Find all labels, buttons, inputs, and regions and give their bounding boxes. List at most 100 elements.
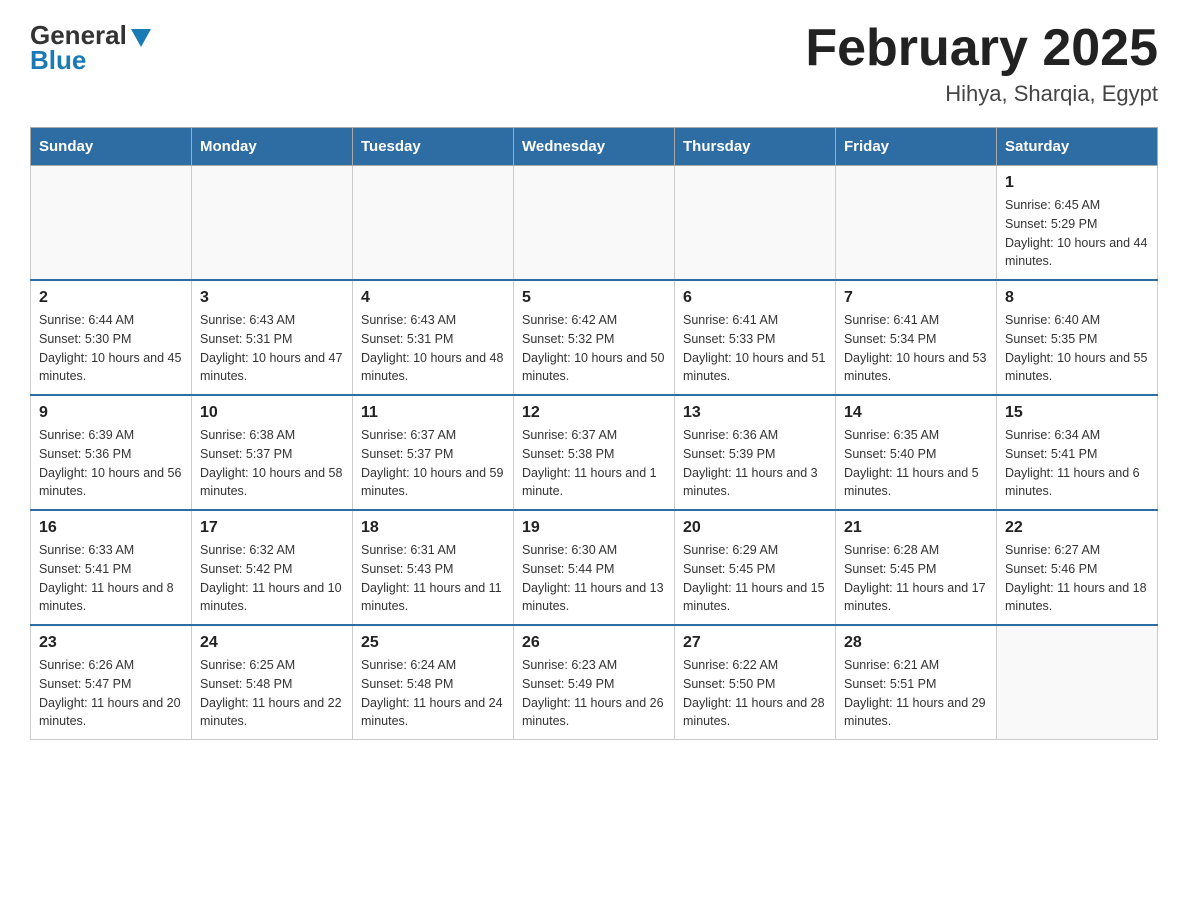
day-info: Sunrise: 6:36 AMSunset: 5:39 PMDaylight:… [683,426,827,501]
calendar-day-cell: 26Sunrise: 6:23 AMSunset: 5:49 PMDayligh… [514,625,675,740]
day-info: Sunrise: 6:24 AMSunset: 5:48 PMDaylight:… [361,656,505,731]
calendar-day-cell: 6 Sunrise: 6:41 AMSunset: 5:33 PMDaylight… [675,280,836,395]
day-info: Sunrise: 6:39 AMSunset: 5:36 PMDaylight:… [39,426,183,501]
day-number: 20 [683,519,827,537]
day-number: 14 [844,404,988,422]
calendar-day-cell: 1Sunrise: 6:45 AMSunset: 5:29 PMDaylight… [997,166,1158,281]
day-info: Sunrise: 6:31 AMSunset: 5:43 PMDaylight:… [361,541,505,616]
day-number: 6 [683,289,827,307]
day-info: Sunrise: 6:37 AMSunset: 5:37 PMDaylight:… [361,426,505,501]
day-info: Sunrise: 6:42 AMSunset: 5:32 PMDaylight:… [522,311,666,386]
day-info: Sunrise: 6:37 AMSunset: 5:38 PMDaylight:… [522,426,666,501]
day-number: 19 [522,519,666,537]
calendar-title: February 2025 [805,20,1158,77]
day-of-week-header: Tuesday [353,128,514,166]
calendar-day-cell: 3Sunrise: 6:43 AMSunset: 5:31 PMDaylight… [192,280,353,395]
logo: General Blue [30,20,151,76]
calendar-day-cell: 9 Sunrise: 6:39 AMSunset: 5:36 PMDaylight… [31,395,192,510]
day-number: 4 [361,289,505,307]
calendar-day-cell: 16 Sunrise: 6:33 AMSunset: 5:41 PMDayligh… [31,510,192,625]
day-info: Sunrise: 6:23 AMSunset: 5:49 PMDaylight:… [522,656,666,731]
calendar-header-row: SundayMondayTuesdayWednesdayThursdayFrid… [31,128,1158,166]
calendar-day-cell [353,166,514,281]
calendar-day-cell: 15 Sunrise: 6:34 AMSunset: 5:41 PMDayligh… [997,395,1158,510]
day-number: 13 [683,404,827,422]
day-number: 9 [39,404,183,422]
day-number: 27 [683,634,827,652]
calendar-day-cell [31,166,192,281]
calendar-day-cell: 18 Sunrise: 6:31 AMSunset: 5:43 PMDayligh… [353,510,514,625]
calendar-day-cell: 17 Sunrise: 6:32 AMSunset: 5:42 PMDayligh… [192,510,353,625]
day-number: 21 [844,519,988,537]
day-info: Sunrise: 6:30 AMSunset: 5:44 PMDaylight:… [522,541,666,616]
day-info: Sunrise: 6:32 AMSunset: 5:42 PMDaylight:… [200,541,344,616]
calendar-week-row: 1Sunrise: 6:45 AMSunset: 5:29 PMDaylight… [31,166,1158,281]
day-number: 2 [39,289,183,307]
calendar-day-cell: 14 Sunrise: 6:35 AMSunset: 5:40 PMDayligh… [836,395,997,510]
title-block: February 2025 Hihya, Sharqia, Egypt [805,20,1158,107]
day-number: 16 [39,519,183,537]
day-number: 25 [361,634,505,652]
day-info: Sunrise: 6:33 AMSunset: 5:41 PMDaylight:… [39,541,183,616]
calendar-day-cell [836,166,997,281]
calendar-day-cell: 19 Sunrise: 6:30 AMSunset: 5:44 PMDayligh… [514,510,675,625]
calendar-day-cell: 2 Sunrise: 6:44 AMSunset: 5:30 PMDaylight… [31,280,192,395]
day-info: Sunrise: 6:41 AMSunset: 5:34 PMDaylight:… [844,311,988,386]
day-info: Sunrise: 6:34 AMSunset: 5:41 PMDaylight:… [1005,426,1149,501]
day-number: 17 [200,519,344,537]
day-number: 15 [1005,404,1149,422]
calendar-day-cell: 12 Sunrise: 6:37 AMSunset: 5:38 PMDayligh… [514,395,675,510]
calendar-day-cell: 10 Sunrise: 6:38 AMSunset: 5:37 PMDayligh… [192,395,353,510]
day-info: Sunrise: 6:40 AMSunset: 5:35 PMDaylight:… [1005,311,1149,386]
calendar-day-cell: 4 Sunrise: 6:43 AMSunset: 5:31 PMDaylight… [353,280,514,395]
day-number: 24 [200,634,344,652]
calendar-day-cell: 20 Sunrise: 6:29 AMSunset: 5:45 PMDayligh… [675,510,836,625]
calendar-day-cell: 23 Sunrise: 6:26 AMSunset: 5:47 PMDayligh… [31,625,192,740]
calendar-table: SundayMondayTuesdayWednesdayThursdayFrid… [30,127,1158,740]
calendar-day-cell: 11 Sunrise: 6:37 AMSunset: 5:37 PMDayligh… [353,395,514,510]
calendar-day-cell: 13 Sunrise: 6:36 AMSunset: 5:39 PMDayligh… [675,395,836,510]
calendar-day-cell: 21 Sunrise: 6:28 AMSunset: 5:45 PMDayligh… [836,510,997,625]
day-info: Sunrise: 6:25 AMSunset: 5:48 PMDaylight:… [200,656,344,731]
day-of-week-header: Saturday [997,128,1158,166]
calendar-week-row: 9 Sunrise: 6:39 AMSunset: 5:36 PMDaylight… [31,395,1158,510]
day-info: Sunrise: 6:28 AMSunset: 5:45 PMDaylight:… [844,541,988,616]
calendar-day-cell: 25 Sunrise: 6:24 AMSunset: 5:48 PMDayligh… [353,625,514,740]
calendar-day-cell: 5Sunrise: 6:42 AMSunset: 5:32 PMDaylight… [514,280,675,395]
day-number: 10 [200,404,344,422]
day-info: Sunrise: 6:29 AMSunset: 5:45 PMDaylight:… [683,541,827,616]
day-info: Sunrise: 6:41 AMSunset: 5:33 PMDaylight:… [683,311,827,386]
calendar-week-row: 16 Sunrise: 6:33 AMSunset: 5:41 PMDayligh… [31,510,1158,625]
day-info: Sunrise: 6:45 AMSunset: 5:29 PMDaylight:… [1005,196,1149,271]
day-of-week-header: Wednesday [514,128,675,166]
day-info: Sunrise: 6:38 AMSunset: 5:37 PMDaylight:… [200,426,344,501]
calendar-week-row: 23 Sunrise: 6:26 AMSunset: 5:47 PMDayligh… [31,625,1158,740]
day-number: 18 [361,519,505,537]
calendar-day-cell: 28Sunrise: 6:21 AMSunset: 5:51 PMDayligh… [836,625,997,740]
calendar-day-cell: 27 Sunrise: 6:22 AMSunset: 5:50 PMDayligh… [675,625,836,740]
day-info: Sunrise: 6:44 AMSunset: 5:30 PMDaylight:… [39,311,183,386]
logo-blue-label: Blue [30,45,86,76]
day-of-week-header: Friday [836,128,997,166]
day-of-week-header: Thursday [675,128,836,166]
day-number: 28 [844,634,988,652]
day-number: 22 [1005,519,1149,537]
day-number: 7 [844,289,988,307]
day-info: Sunrise: 6:43 AMSunset: 5:31 PMDaylight:… [361,311,505,386]
calendar-day-cell [675,166,836,281]
day-number: 23 [39,634,183,652]
calendar-day-cell: 8 Sunrise: 6:40 AMSunset: 5:35 PMDaylight… [997,280,1158,395]
day-number: 12 [522,404,666,422]
logo-triangle-icon [131,29,151,47]
calendar-day-cell [192,166,353,281]
day-number: 11 [361,404,505,422]
day-info: Sunrise: 6:35 AMSunset: 5:40 PMDaylight:… [844,426,988,501]
day-info: Sunrise: 6:27 AMSunset: 5:46 PMDaylight:… [1005,541,1149,616]
day-number: 8 [1005,289,1149,307]
day-info: Sunrise: 6:26 AMSunset: 5:47 PMDaylight:… [39,656,183,731]
calendar-day-cell: 24 Sunrise: 6:25 AMSunset: 5:48 PMDayligh… [192,625,353,740]
day-number: 3 [200,289,344,307]
calendar-day-cell [514,166,675,281]
day-info: Sunrise: 6:22 AMSunset: 5:50 PMDaylight:… [683,656,827,731]
calendar-day-cell [997,625,1158,740]
